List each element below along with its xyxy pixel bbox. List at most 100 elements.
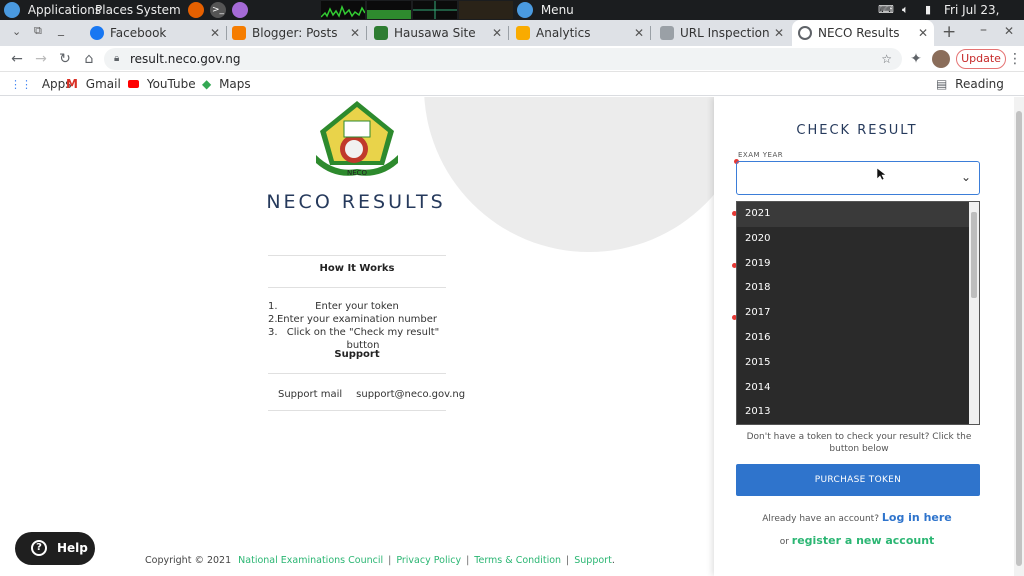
cpu-monitor-graph bbox=[321, 1, 365, 19]
bookmark-maps[interactable]: ◆ Maps bbox=[202, 72, 251, 96]
register-row: or register a new account bbox=[714, 534, 1000, 547]
reload-icon[interactable]: ↻ bbox=[56, 50, 74, 68]
year-option[interactable]: 2015 bbox=[737, 351, 979, 376]
main-menu[interactable]: Menu bbox=[517, 0, 574, 20]
extensions-icon[interactable]: ✦ bbox=[907, 50, 925, 68]
notes-app-icon[interactable] bbox=[232, 2, 248, 18]
login-row: Already have an account? Log in here bbox=[714, 511, 1000, 524]
sites-icon bbox=[374, 26, 388, 40]
tab-facebook[interactable]: Facebook ✕ bbox=[84, 20, 226, 46]
gmail-icon: M bbox=[66, 77, 78, 91]
exam-year-dropdown: 2021 2020 2019 2018 2017 2016 2015 2014 … bbox=[736, 201, 980, 425]
memory-monitor-graph bbox=[367, 1, 411, 19]
exam-year-select[interactable]: ⌄ bbox=[736, 161, 980, 195]
register-link[interactable]: register a new account bbox=[792, 534, 935, 547]
window-minimize-icon[interactable]: – bbox=[980, 22, 987, 38]
step-item: 1. Enter your token bbox=[268, 300, 446, 313]
bookmark-star-icon[interactable]: ☆ bbox=[881, 48, 892, 70]
year-option[interactable]: 2018 bbox=[737, 276, 979, 301]
page-viewport: NECO NECO RESULTS How It Works 1. Enter y… bbox=[0, 97, 1024, 576]
close-tab-icon[interactable]: ✕ bbox=[350, 20, 360, 46]
applications-label: Applications bbox=[27, 3, 102, 17]
support-link[interactable]: Support bbox=[574, 555, 612, 566]
background-decoration bbox=[424, 97, 754, 252]
tab-neco-results[interactable]: NECO Results ✕ bbox=[792, 20, 934, 46]
restore-window-icon[interactable]: ⧉ bbox=[34, 24, 42, 38]
footer: Copyright © 2021 National Examinations C… bbox=[145, 555, 615, 566]
menu-label: Menu bbox=[540, 3, 574, 17]
privacy-link[interactable]: Privacy Policy bbox=[396, 555, 461, 566]
back-icon[interactable]: ← bbox=[8, 50, 26, 68]
year-option[interactable]: 2021 bbox=[737, 202, 979, 227]
avatar[interactable] bbox=[932, 50, 950, 68]
purchase-token-button[interactable]: PURCHASE TOKEN bbox=[736, 464, 980, 496]
facebook-icon bbox=[90, 26, 104, 40]
step-number: 1. bbox=[268, 301, 278, 312]
step-item: 3. Click on the "Check my result" button bbox=[268, 326, 446, 351]
applications-menu[interactable]: Applications bbox=[4, 0, 101, 20]
terms-link[interactable]: Terms & Condition bbox=[474, 555, 561, 566]
close-tab-icon[interactable]: ✕ bbox=[918, 20, 928, 46]
update-button[interactable]: Update bbox=[956, 49, 1006, 69]
system-menu[interactable]: System bbox=[136, 0, 181, 20]
blogger-icon bbox=[232, 26, 246, 40]
address-toolbar: ← → ↻ ⌂ 🔒︎ result.neco.gov.ng ☆ ✦ Update… bbox=[0, 46, 1024, 72]
bookmark-apps[interactable]: ⋮⋮ Apps bbox=[10, 72, 72, 97]
keyboard-icon[interactable]: ⌨ bbox=[878, 0, 894, 20]
clock[interactable]: Fri Jul 23, 21:32 bbox=[944, 0, 1024, 37]
analytics-icon bbox=[516, 26, 530, 40]
how-it-works-heading: How It Works bbox=[319, 263, 395, 274]
year-option[interactable]: 2020 bbox=[737, 227, 979, 252]
dropdown-scrollbar[interactable] bbox=[969, 202, 979, 424]
url-field[interactable]: 🔒︎ result.neco.gov.ng ☆ bbox=[104, 48, 902, 70]
close-tab-icon[interactable]: ✕ bbox=[210, 20, 220, 46]
close-tab-icon[interactable]: ✕ bbox=[492, 20, 502, 46]
close-tab-icon[interactable]: ✕ bbox=[634, 20, 644, 46]
svg-text:NECO: NECO bbox=[347, 169, 368, 177]
council-link[interactable]: National Examinations Council bbox=[238, 555, 383, 566]
help-label: Help bbox=[57, 541, 88, 555]
year-option[interactable]: 2017 bbox=[737, 301, 979, 326]
year-option[interactable]: 2016 bbox=[737, 326, 979, 351]
year-option[interactable]: 2014 bbox=[737, 376, 979, 401]
step-number: 3. bbox=[268, 327, 278, 338]
places-menu[interactable]: Places bbox=[95, 0, 133, 20]
bookmark-youtube[interactable]: YouTube bbox=[128, 72, 196, 96]
tab-label: URL Inspection bbox=[680, 26, 770, 40]
bookmark-gmail[interactable]: M Gmail bbox=[66, 72, 121, 96]
close-tab-icon[interactable]: ✕ bbox=[774, 20, 784, 46]
page-scrollbar[interactable] bbox=[1014, 97, 1024, 576]
tab-label: Analytics bbox=[536, 26, 591, 40]
year-option[interactable]: 2019 bbox=[737, 252, 979, 277]
bookmark-label: Gmail bbox=[85, 77, 121, 91]
battery-icon[interactable]: ▮ bbox=[925, 0, 931, 20]
login-link[interactable]: Log in here bbox=[882, 511, 952, 524]
browser-tab-strip: ⌄ ⧉ _ Facebook ✕ Blogger: Posts ✕ Hausaw… bbox=[0, 20, 1024, 46]
forward-icon[interactable]: → bbox=[32, 50, 50, 68]
minimize-icon[interactable]: _ bbox=[58, 22, 64, 36]
tab-hausawa-site[interactable]: Hausawa Site ✕ bbox=[368, 20, 508, 46]
year-option[interactable]: 2013 bbox=[737, 400, 979, 425]
home-icon[interactable]: ⌂ bbox=[80, 50, 98, 68]
tab-blogger[interactable]: Blogger: Posts ✕ bbox=[226, 20, 366, 46]
divider bbox=[268, 410, 446, 411]
scrollbar-thumb[interactable] bbox=[1016, 111, 1022, 566]
apps-grid-icon: ⋮⋮ bbox=[10, 78, 32, 91]
firefox-icon[interactable] bbox=[188, 2, 204, 18]
check-result-panel: CHECK RESULT EXAM YEAR ⌄ 2021 2020 2019 … bbox=[714, 97, 1014, 576]
tab-search-icon[interactable]: ⌄ bbox=[12, 25, 21, 38]
new-tab-icon[interactable]: + bbox=[942, 22, 956, 42]
support-email[interactable]: support@neco.gov.ng bbox=[356, 389, 465, 400]
menu-logo-icon bbox=[517, 1, 533, 18]
tab-url-inspection[interactable]: URL Inspection ✕ bbox=[654, 20, 790, 46]
check-result-title: CHECK RESULT bbox=[796, 123, 918, 138]
help-button[interactable]: ? Help bbox=[15, 532, 95, 565]
tab-analytics[interactable]: Analytics ✕ bbox=[510, 20, 650, 46]
terminal-icon[interactable]: >_ bbox=[210, 2, 226, 18]
window-close-icon[interactable]: ✕ bbox=[1004, 24, 1014, 38]
step-text: Enter your token bbox=[315, 301, 399, 312]
youtube-icon bbox=[128, 80, 139, 88]
volume-icon[interactable]: 🔈︎ bbox=[902, 0, 909, 20]
more-menu-icon[interactable]: ⋮ bbox=[1006, 50, 1024, 68]
scrollbar-thumb[interactable] bbox=[971, 212, 977, 298]
